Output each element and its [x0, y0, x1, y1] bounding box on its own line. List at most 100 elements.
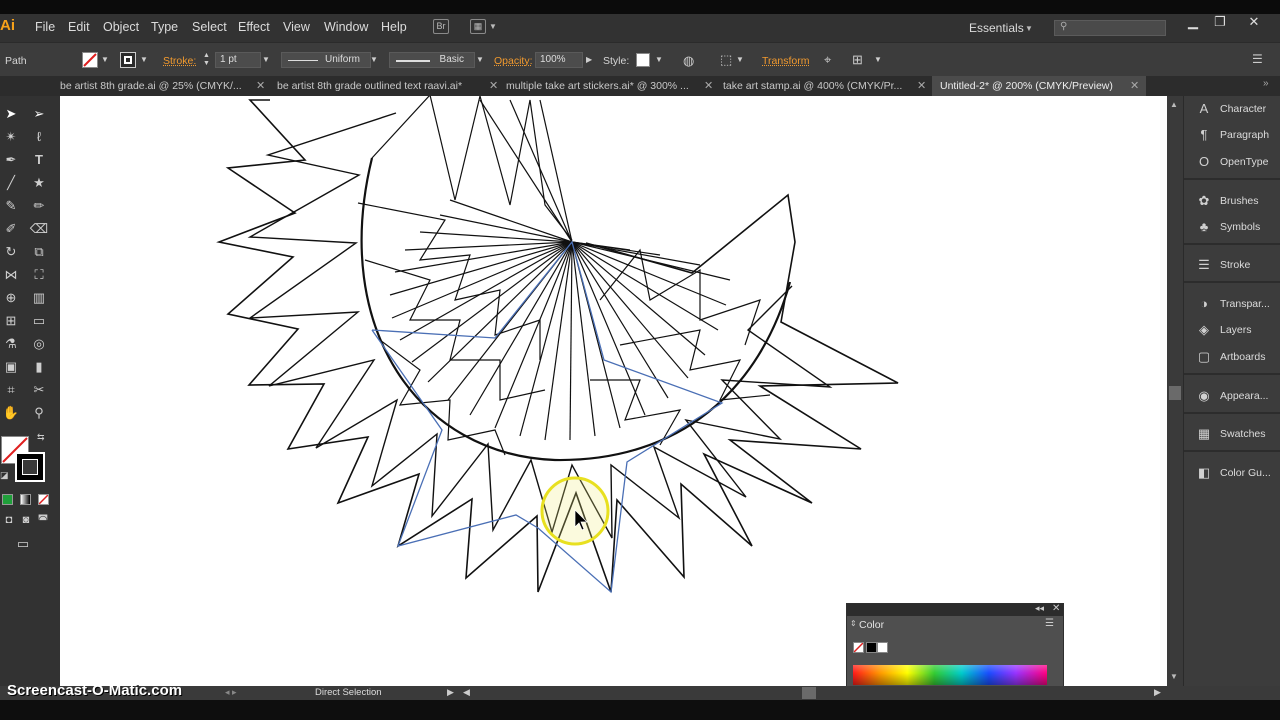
- minimize-icon[interactable]: ▁: [1184, 14, 1202, 32]
- panel-color-guide[interactable]: ◧ Color Gu...: [1192, 462, 1278, 484]
- panel-character[interactable]: A Character: [1192, 98, 1278, 120]
- panel-opentype[interactable]: O OpenType: [1192, 151, 1278, 173]
- stroke-link[interactable]: Stroke:: [163, 55, 196, 67]
- chevron-down-icon[interactable]: ▼: [101, 52, 111, 68]
- menu-edit[interactable]: Edit: [68, 20, 90, 34]
- artboard-tool-icon[interactable]: ⌗: [1, 380, 21, 400]
- blob-brush-tool-icon[interactable]: ✐: [1, 219, 21, 239]
- restore-icon[interactable]: ❐: [1211, 14, 1229, 32]
- close-icon[interactable]: ✕: [917, 76, 926, 96]
- close-icon[interactable]: ✕: [1052, 603, 1060, 614]
- eraser-tool-icon[interactable]: ⌫: [29, 219, 49, 239]
- arrange-icon[interactable]: ⊞: [852, 52, 863, 68]
- scroll-up-icon[interactable]: ▲: [1170, 100, 1178, 109]
- selection-tool-icon[interactable]: ➤: [1, 104, 21, 124]
- document-tab[interactable]: multiple take art stickers.ai* @ 300% ..…: [506, 76, 698, 96]
- draw-inside-icon[interactable]: ◚: [33, 510, 53, 530]
- radial-line[interactable]: [519, 241, 573, 437]
- default-fill-stroke-icon[interactable]: ◪: [0, 470, 9, 481]
- document-tab[interactable]: be artist 8th grade.ai @ 25% (CMYK/...: [60, 76, 250, 96]
- panel-layers[interactable]: ◈ Layers: [1192, 319, 1278, 341]
- radial-line[interactable]: [509, 99, 573, 243]
- radial-line[interactable]: [469, 241, 573, 416]
- color-panel[interactable]: ◂◂ ✕ ⇕ Color ☰: [846, 603, 1064, 687]
- chevron-down-icon[interactable]: ▼: [489, 22, 497, 31]
- chevron-down-icon[interactable]: ▼: [476, 52, 486, 68]
- scroll-left-icon[interactable]: ◀: [463, 687, 470, 698]
- paintbrush-tool-icon[interactable]: ✎: [1, 196, 21, 216]
- screen-mode-icon[interactable]: ▭: [13, 534, 33, 554]
- document-tab[interactable]: be artist 8th grade outlined text raavi.…: [277, 76, 483, 96]
- shape-builder-tool-icon[interactable]: ⊕: [1, 288, 21, 308]
- eyedropper-tool-icon[interactable]: ⚗: [1, 334, 21, 354]
- status-menu-icon[interactable]: ▶: [447, 687, 454, 698]
- menu-view[interactable]: View: [283, 20, 310, 34]
- chevron-down-icon[interactable]: ▼: [874, 52, 884, 68]
- radial-line[interactable]: [539, 99, 573, 243]
- scroll-down-icon[interactable]: ▼: [1170, 672, 1178, 681]
- panel-transparency[interactable]: ◑ Transpar...: [1192, 293, 1278, 315]
- pencil-tool-icon[interactable]: ✏: [29, 196, 49, 216]
- stepper-icon[interactable]: ▲ ▼: [203, 52, 213, 68]
- menu-effect[interactable]: Effect: [238, 20, 270, 34]
- isolate-icon[interactable]: ⌖: [824, 52, 831, 68]
- collapse-icon[interactable]: ◂◂: [1035, 603, 1044, 614]
- document-tab[interactable]: take art stamp.ai @ 400% (CMYK/Pr...: [723, 76, 913, 96]
- color-spectrum[interactable]: [853, 665, 1047, 685]
- column-graph-tool-icon[interactable]: ▮: [29, 357, 49, 377]
- vertical-scrollbar[interactable]: ▲ ▼: [1167, 96, 1183, 686]
- transform-link[interactable]: Transform: [762, 55, 809, 67]
- close-icon[interactable]: ✕: [489, 76, 498, 96]
- radial-line[interactable]: [571, 241, 706, 356]
- none-swatch[interactable]: [853, 642, 864, 653]
- free-transform-tool-icon[interactable]: ⛶: [29, 265, 49, 285]
- hand-tool-icon[interactable]: ✋: [1, 403, 21, 423]
- bridge-icon[interactable]: Br: [433, 19, 449, 34]
- panel-brushes[interactable]: ✿ Brushes: [1192, 190, 1278, 212]
- gradient-mode-icon[interactable]: [20, 494, 31, 505]
- panel-paragraph[interactable]: ¶ Paragraph: [1192, 124, 1278, 146]
- chevron-down-icon[interactable]: ▶: [586, 52, 596, 68]
- chevron-down-icon[interactable]: ▼: [140, 52, 150, 68]
- panel-swatches[interactable]: ▦ Swatches: [1192, 423, 1278, 445]
- none-mode-icon[interactable]: [38, 494, 49, 505]
- mesh-tool-icon[interactable]: ⊞: [1, 311, 21, 331]
- swap-fill-stroke-icon[interactable]: ⇆: [37, 432, 45, 443]
- blend-tool-icon[interactable]: ◎: [29, 334, 49, 354]
- variable-width-profile[interactable]: Uniform: [281, 52, 371, 68]
- menu-object[interactable]: Object: [103, 20, 139, 34]
- zoom-tool-icon[interactable]: ⚲: [29, 403, 49, 423]
- artboard-nav-icon[interactable]: ◂ ▸: [225, 687, 237, 698]
- gradient-tool-icon[interactable]: ▭: [29, 311, 49, 331]
- slice-tool-icon[interactable]: ✂: [29, 380, 49, 400]
- recolor-artwork-icon[interactable]: ◍: [683, 53, 694, 69]
- workspace-switcher[interactable]: Essentials: [969, 21, 1024, 35]
- radial-line[interactable]: [571, 241, 596, 437]
- rotate-tool-icon[interactable]: ↻: [1, 242, 21, 262]
- chevron-down-icon[interactable]: ▼: [262, 52, 272, 68]
- selected-path[interactable]: [371, 240, 724, 594]
- scroll-right-icon[interactable]: ▶: [1154, 687, 1161, 698]
- width-tool-icon[interactable]: ⋈: [1, 265, 21, 285]
- menu-window[interactable]: Window: [324, 20, 368, 34]
- panel-options-toggle-icon[interactable]: ⇕: [850, 619, 857, 628]
- menu-select[interactable]: Select: [192, 20, 227, 34]
- inner-arc-path[interactable]: [360, 157, 792, 462]
- color-panel-titlebar[interactable]: [847, 604, 1063, 616]
- panel-symbols[interactable]: ♣ Symbols: [1192, 216, 1278, 238]
- horizontal-scroll-thumb[interactable]: [802, 687, 816, 699]
- lasso-tool-icon[interactable]: ℓ: [29, 127, 49, 147]
- white-swatch[interactable]: [877, 642, 888, 653]
- close-icon[interactable]: ✕: [1245, 14, 1263, 32]
- control-panel-menu-icon[interactable]: ☰: [1252, 52, 1263, 66]
- line-tool-icon[interactable]: ╱: [1, 173, 21, 193]
- chevron-down-icon[interactable]: ▼: [370, 52, 380, 68]
- scroll-thumb[interactable]: [1169, 386, 1181, 400]
- artboard-canvas[interactable]: [60, 96, 1167, 686]
- tabs-overflow-icon[interactable]: »: [1263, 78, 1269, 89]
- panel-artboards[interactable]: ▢ Artboards: [1192, 346, 1278, 368]
- stroke-weight-field[interactable]: 1 pt: [215, 52, 261, 68]
- close-icon[interactable]: ✕: [1130, 76, 1139, 96]
- type-tool-icon[interactable]: T: [29, 150, 49, 170]
- arrange-documents-icon[interactable]: ▦: [470, 19, 486, 34]
